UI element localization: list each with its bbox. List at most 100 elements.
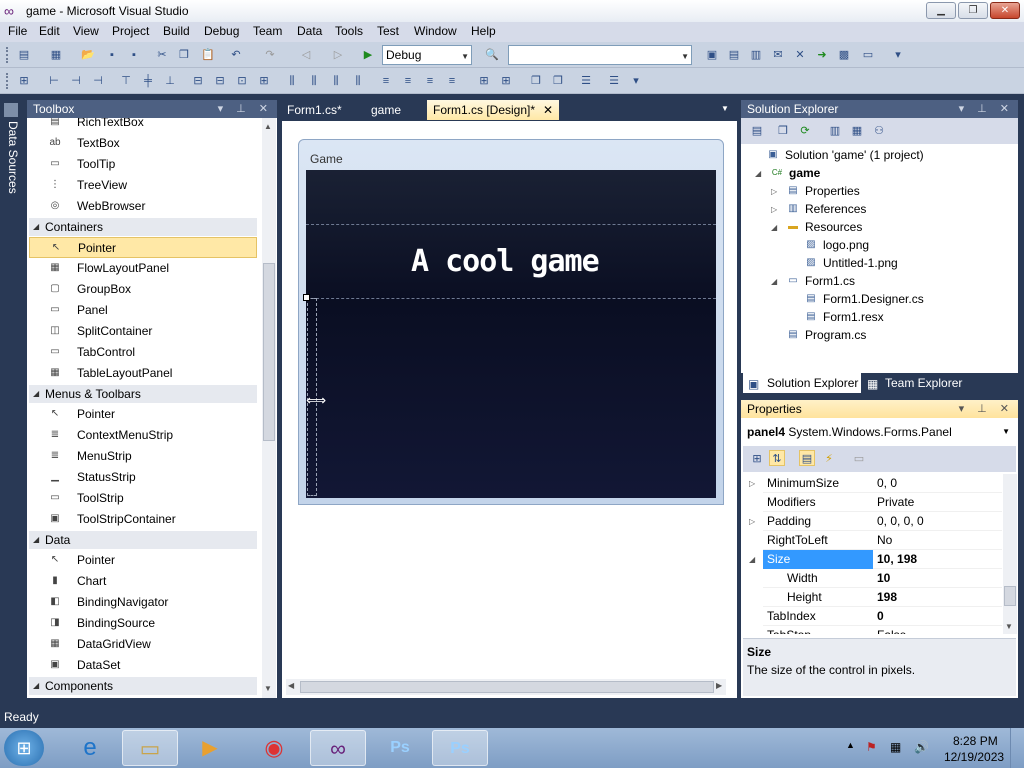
toolbox-icon[interactable]: ✉ — [770, 47, 786, 63]
properties-window-icon[interactable]: ▤ — [726, 47, 742, 63]
collapse-arrow-icon[interactable]: ◢ — [771, 219, 777, 237]
tab-game-project[interactable]: game — [365, 100, 407, 120]
tab-solution-explorer[interactable]: ▣ Solution Explorer — [743, 373, 861, 393]
toolbox-category[interactable]: ◢ Components — [29, 677, 257, 695]
tree-node[interactable]: ▤ Form1.Designer.cs — [741, 290, 1011, 308]
collapse-arrow-icon[interactable]: ◢ — [755, 165, 761, 183]
remove-horizontal-spacing-icon[interactable]: ⫼ — [350, 73, 366, 89]
minimize-button[interactable]: ▁ — [926, 2, 956, 19]
find-in-files-icon[interactable]: 🔍 — [484, 47, 500, 63]
find-combo[interactable]: ▼ — [508, 45, 692, 65]
visual-studio-taskbar-icon[interactable]: ∞ — [310, 730, 366, 766]
property-value[interactable]: 0, 0 — [877, 474, 897, 493]
property-value[interactable]: 198 — [877, 588, 897, 607]
toolbox-scrollbar[interactable]: ▲ ▼ — [262, 118, 276, 698]
toolbox-item[interactable]: ▭ Panel — [27, 300, 259, 321]
send-to-back-icon[interactable]: ❐ — [550, 73, 566, 89]
command-window-icon[interactable]: ▭ — [860, 47, 876, 63]
property-value[interactable]: 0, 0, 0, 0 — [877, 512, 924, 531]
align-to-grid-icon[interactable]: ⊞ — [16, 73, 32, 89]
tree-node[interactable]: ▨ logo.png — [741, 236, 1011, 254]
toolbox-item[interactable]: ▮ Chart — [27, 571, 259, 592]
game-background-panel[interactable]: A cool game ⟺ — [303, 170, 716, 498]
tab-order-icon[interactable]: ☰ — [578, 73, 594, 89]
events-icon[interactable]: ⚡ — [821, 451, 837, 467]
menu-project[interactable]: Project — [112, 24, 149, 38]
toolbox-item[interactable]: ↖ Pointer — [29, 237, 257, 258]
selection-handle-icon[interactable] — [303, 294, 310, 301]
toolbox-item[interactable]: ⋮ TreeView — [27, 175, 259, 196]
toolbox-item[interactable]: ab TextBox — [27, 133, 259, 154]
property-row[interactable]: Modifiers Private — [763, 493, 1002, 512]
increase-vertical-spacing-icon[interactable]: ≡ — [400, 73, 416, 89]
property-grid-scrollbar[interactable]: ▼ — [1003, 474, 1017, 634]
start-button[interactable]: ⊞ — [4, 730, 44, 766]
show-desktop-button[interactable] — [1010, 728, 1024, 768]
toolbox-item[interactable]: ◎ WebBrowser — [27, 196, 259, 217]
start-page-icon[interactable]: ➜ — [814, 47, 830, 63]
property-row[interactable]: Height 198 — [763, 588, 1002, 607]
designer-horizontal-scrollbar[interactable]: ◀ ▶ — [286, 679, 726, 695]
internet-explorer-icon[interactable]: e — [62, 730, 118, 766]
save-icon[interactable]: ▪ — [104, 47, 120, 63]
solution-explorer-window-buttons[interactable]: ▾ ⊥ ✕ — [959, 100, 1014, 118]
menu-data[interactable]: Data — [297, 24, 322, 38]
decrease-horizontal-spacing-icon[interactable]: ⫼ — [328, 73, 344, 89]
menu-tools[interactable]: Tools — [335, 24, 363, 38]
expand-arrow-icon[interactable]: ▷ — [749, 474, 755, 493]
chrome-icon[interactable]: ◉ — [246, 730, 302, 766]
expand-arrow-icon[interactable]: ▷ — [771, 183, 777, 201]
solution-explorer-icon[interactable]: ▣ — [704, 47, 720, 63]
property-value[interactable]: Private — [877, 493, 914, 512]
toolbox-item[interactable]: ▭ ToolStrip — [27, 488, 259, 509]
redo-icon[interactable]: ↷ — [262, 47, 278, 63]
network-icon[interactable]: ▦ — [890, 740, 901, 754]
undo-icon[interactable]: ↶ — [228, 47, 244, 63]
volume-icon[interactable]: 🔊 — [914, 740, 929, 754]
show-hidden-icons-arrow[interactable]: ▲ — [846, 740, 855, 750]
tree-node[interactable]: ◢ ▭ Form1.cs — [741, 272, 1011, 290]
solution-configuration-combo[interactable]: Debug ▼ — [382, 45, 472, 65]
open-file-icon[interactable]: 📂 — [80, 47, 96, 63]
menu-help[interactable]: Help — [471, 24, 496, 38]
toolbar-grip[interactable] — [6, 47, 10, 63]
scrollbar-thumb[interactable] — [1004, 586, 1016, 606]
toolbox-item[interactable]: ▁ StatusStrip — [27, 467, 259, 488]
toolbox-item[interactable]: ▤ RichTextBox — [27, 118, 259, 133]
toolbox-item[interactable]: ↖ Pointer — [27, 404, 259, 425]
paste-icon[interactable]: 📋 — [200, 47, 216, 63]
make-same-height-icon[interactable]: ⊟ — [212, 73, 228, 89]
tree-node[interactable]: ▤ Program.cs — [741, 326, 1011, 344]
save-all-icon[interactable]: ▪ — [126, 47, 142, 63]
size-to-grid-icon[interactable]: ⊞ — [256, 73, 272, 89]
tree-node[interactable]: ▷ ▤ Properties — [741, 182, 1011, 200]
view-designer-icon[interactable]: ▦ — [849, 123, 865, 139]
expand-arrow-icon[interactable]: ▷ — [749, 512, 755, 531]
menu-view[interactable]: View — [73, 24, 99, 38]
toolbox-item[interactable]: ▢ GroupBox — [27, 279, 259, 300]
toolbox-category[interactable]: ◢ Data — [29, 531, 257, 549]
align-centers-icon[interactable]: ⊣ — [68, 73, 84, 89]
action-center-icon[interactable]: ⚑ — [866, 740, 877, 754]
navigate-forward-icon[interactable]: ▷ — [330, 47, 346, 63]
collapse-arrow-icon[interactable]: ◢ — [749, 550, 755, 569]
menu-edit[interactable]: Edit — [39, 24, 60, 38]
tree-node[interactable]: ◢ ▬ Resources — [741, 218, 1011, 236]
scroll-up-arrow-icon[interactable]: ▲ — [264, 122, 272, 131]
expand-arrow-icon[interactable]: ▷ — [771, 201, 777, 219]
scroll-down-arrow-icon[interactable]: ▼ — [1005, 622, 1013, 631]
bring-to-front-icon[interactable]: ❐ — [528, 73, 544, 89]
property-value[interactable]: No — [877, 531, 892, 550]
tree-node[interactable]: ◢ C# game — [741, 164, 1011, 182]
scroll-right-arrow-icon[interactable]: ▶ — [716, 681, 722, 690]
tree-node[interactable]: ▣ Solution 'game' (1 project) — [741, 146, 1011, 164]
menu-debug[interactable]: Debug — [204, 24, 239, 38]
make-same-width-icon[interactable]: ⊟ — [190, 73, 206, 89]
make-same-size-icon[interactable]: ⊡ — [234, 73, 250, 89]
close-button[interactable]: ✕ — [990, 2, 1020, 19]
menu-test[interactable]: Test — [377, 24, 399, 38]
refresh-icon[interactable]: ⟳ — [797, 123, 813, 139]
file-explorer-icon[interactable]: ▭ — [122, 730, 178, 766]
toolbox-category[interactable]: ◢ Menus & Toolbars — [29, 385, 257, 403]
cut-icon[interactable]: ✂ — [154, 47, 170, 63]
